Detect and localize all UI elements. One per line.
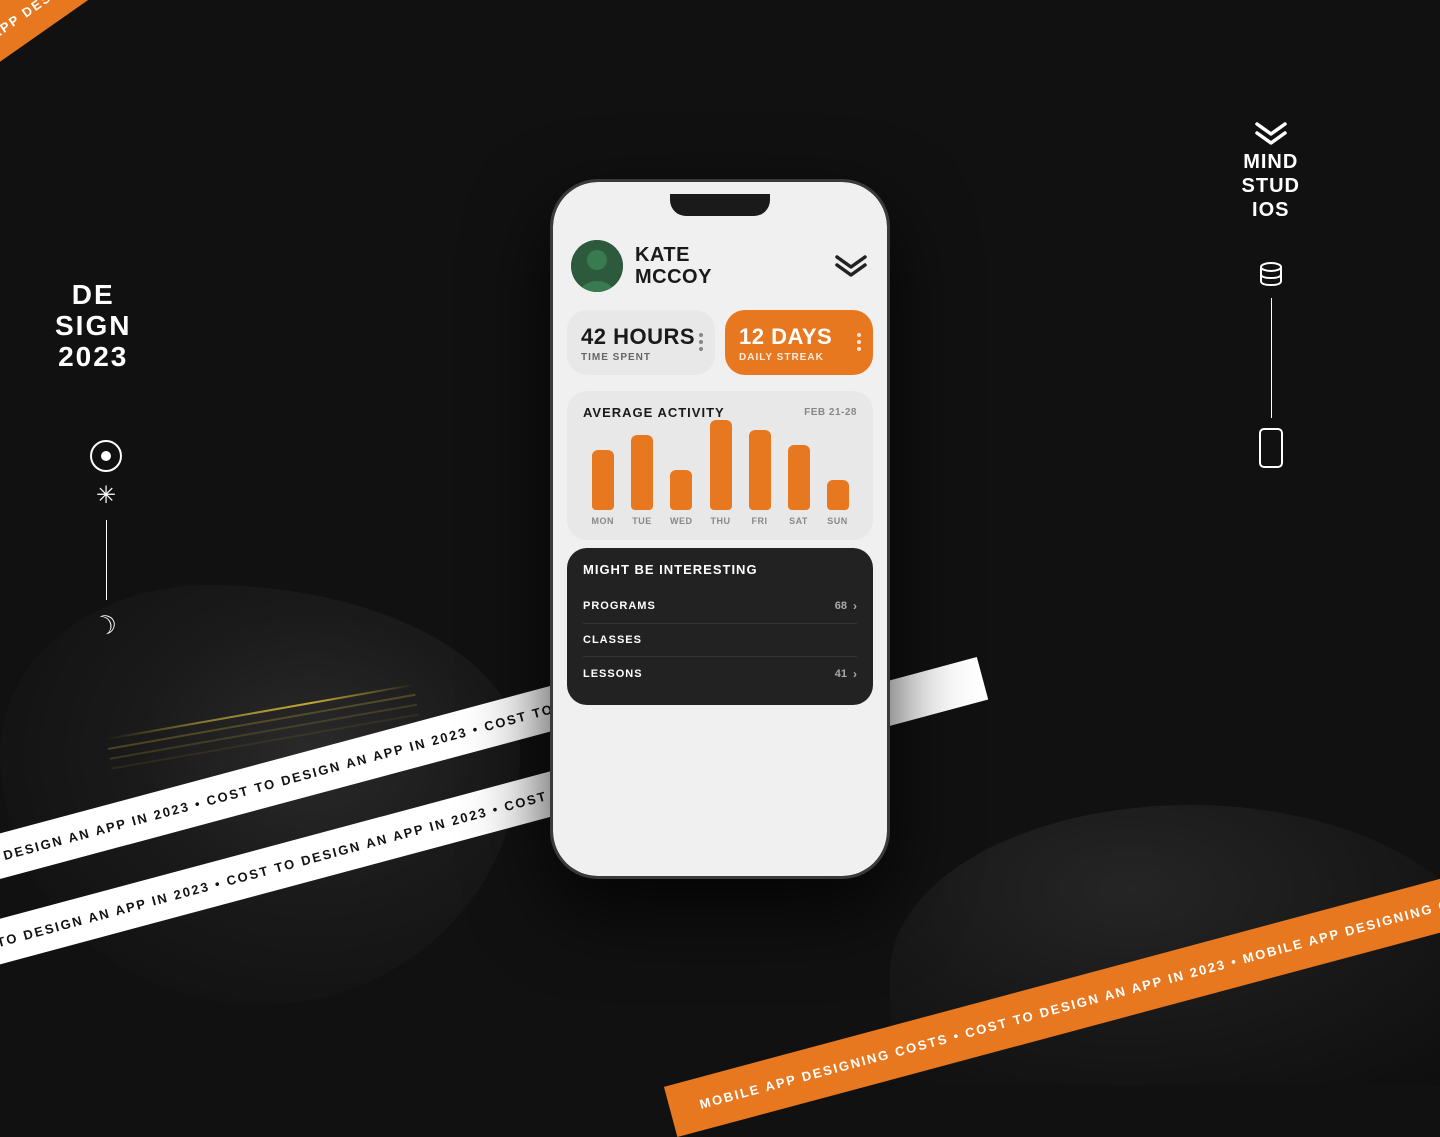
left-icons-group: ✳ ☽: [90, 440, 122, 641]
list-item-label: LESSONS: [583, 668, 643, 680]
bar-sat: [788, 445, 810, 510]
bar-label-thu: THU: [711, 516, 731, 526]
phone-icon-right: [1259, 428, 1283, 468]
list-item-label: PROGRAMS: [583, 600, 656, 612]
right-icons-area: [1257, 260, 1285, 468]
bar-label-sun: SUN: [827, 516, 848, 526]
bar-group-mon: MON: [592, 450, 615, 526]
design-text-line1: DE: [55, 280, 131, 311]
database-icon: [1257, 260, 1285, 288]
bar-mon: [592, 450, 614, 510]
bar-group-sun: SUN: [827, 480, 849, 526]
list-item-programs[interactable]: PROGRAMS 68 ›: [583, 589, 857, 624]
avatar: [571, 240, 623, 292]
bar-sun: [827, 480, 849, 510]
avatar-image: [571, 240, 623, 292]
list-item-right: 41 ›: [835, 667, 857, 681]
list-item-count: 41: [835, 668, 847, 680]
phone-outer-shell: KATE MCCOY 42 HOURS TIME SPENT: [550, 179, 890, 879]
bar-fri: [749, 430, 771, 510]
menu-icon[interactable]: [833, 248, 869, 284]
menu-chevron-icon: [833, 253, 869, 279]
design-text-line3: 2023: [55, 342, 131, 373]
vertical-divider-left: [106, 520, 107, 600]
phone-header: KATE MCCOY: [553, 226, 887, 302]
list-item-label: CLASSES: [583, 634, 642, 646]
vertical-divider-right: [1271, 298, 1272, 418]
stats-row: 42 HOURS TIME SPENT 12 DAYS DAILY STREAK: [553, 302, 887, 383]
activity-section: AVERAGE ACTIVITY FEB 21-28 MON TUE WED THU F…: [567, 391, 873, 540]
chevron-right-icon: ›: [853, 599, 857, 613]
mind-studios-text: MIND STUD IOS: [1242, 150, 1300, 222]
stat-label-streak: DAILY STREAK: [739, 352, 859, 363]
left-design-label: DE SIGN 2023: [55, 280, 131, 372]
activity-date: FEB 21-28: [804, 407, 857, 418]
bar-label-fri: FRI: [752, 516, 768, 526]
bar-group-wed: WED: [670, 470, 693, 526]
bar-wed: [670, 470, 692, 510]
bar-label-sat: SAT: [789, 516, 808, 526]
list-item-right: 68 ›: [835, 599, 857, 613]
activity-header: AVERAGE ACTIVITY FEB 21-28: [583, 405, 857, 420]
phone-mockup: KATE MCCOY 42 HOURS TIME SPENT: [550, 179, 890, 879]
list-item-count: 68: [835, 600, 847, 612]
bar-label-wed: WED: [670, 516, 693, 526]
sun-icon: ✳: [92, 482, 120, 510]
user-info: KATE MCCOY: [571, 240, 712, 292]
stat-number-time: 42 HOURS: [581, 324, 701, 350]
bar-tue: [631, 435, 653, 510]
design-text-line2: SIGN: [55, 311, 131, 342]
list-item-lessons[interactable]: LESSONS 41 ›: [583, 657, 857, 691]
phone-screen: KATE MCCOY 42 HOURS TIME SPENT: [553, 182, 887, 876]
user-name: KATE MCCOY: [635, 244, 712, 288]
bar-label-mon: MON: [592, 516, 615, 526]
bar-group-sat: SAT: [788, 445, 810, 526]
target-icon: [90, 440, 122, 472]
bar-thu: [710, 420, 732, 510]
stat-dots-streak: [857, 333, 861, 351]
stat-label-time: TIME SPENT: [581, 352, 701, 363]
bar-group-fri: FRI: [749, 430, 771, 526]
bar-group-thu: THU: [710, 420, 732, 526]
stat-dots-time: [699, 333, 703, 351]
stat-number-streak: 12 DAYS: [739, 324, 859, 350]
interesting-title: MIGHT BE INTERESTING: [583, 562, 857, 577]
mind-studios-logo: MIND STUD IOS: [1242, 120, 1300, 222]
moon-icon: ☽: [90, 607, 123, 644]
bar-label-tue: TUE: [632, 516, 652, 526]
stat-card-time[interactable]: 42 HOURS TIME SPENT: [567, 310, 715, 375]
chevron-right-icon: ›: [853, 667, 857, 681]
interesting-list: PROGRAMS 68 › CLASSES LESSONS 41 ›: [583, 589, 857, 691]
activity-title: AVERAGE ACTIVITY: [583, 405, 725, 420]
chart-area: MON TUE WED THU FRI SAT SUN: [583, 430, 857, 530]
stat-card-streak[interactable]: 12 DAYS DAILY STREAK: [725, 310, 873, 375]
interesting-section: MIGHT BE INTERESTING PROGRAMS 68 › CLASSES L…: [567, 548, 873, 705]
list-item-classes[interactable]: CLASSES: [583, 624, 857, 657]
mind-studios-icon: [1253, 120, 1289, 146]
bar-group-tue: TUE: [631, 435, 653, 526]
phone-notch: [670, 194, 770, 216]
